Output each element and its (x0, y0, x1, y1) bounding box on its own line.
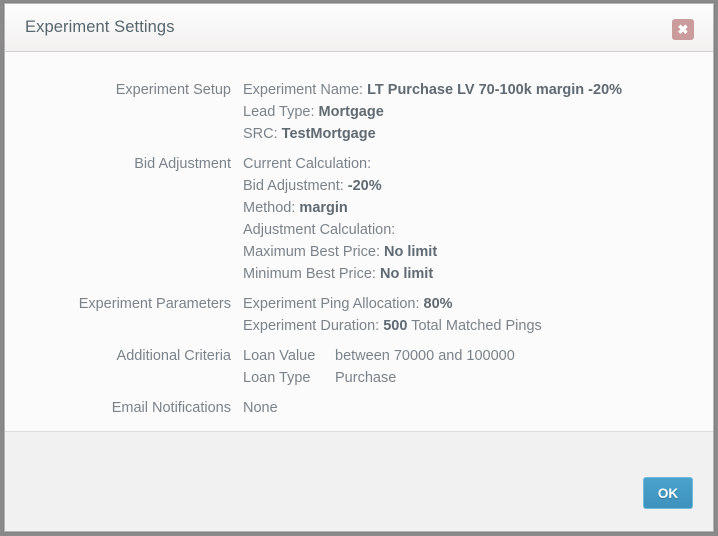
dialog-body: Experiment Setup Experiment Name: LT Purc… (5, 52, 713, 431)
dialog-header: Experiment Settings ✖ (5, 4, 713, 52)
criteria-value: Purchase (335, 370, 397, 386)
settings-row: Bid Adjustment Current Calculation: Bid Ad… (5, 153, 713, 285)
value-line-suffix: Total Matched Pings (407, 318, 542, 334)
settings-row-label: Experiment Setup (115, 82, 231, 98)
value-line-prefix: None (243, 400, 278, 416)
criteria-value: between 70000 and 100000 (335, 348, 515, 364)
criteria-key: Loan Type (243, 370, 311, 386)
settings-row: Additional Criteria Loan Value between 700… (5, 345, 713, 389)
value-line-value: margin (299, 200, 348, 216)
value-line-prefix: SRC: (243, 126, 282, 142)
value-line-prefix: Adjustment Calculation: (243, 222, 396, 238)
settings-row-values: None (243, 397, 713, 419)
value-line-value: 500 (383, 318, 408, 334)
value-line-prefix: Bid Adjustment: (243, 178, 348, 194)
settings-value-line: Lead Type: Mortgage (243, 101, 713, 123)
value-line-value: 80% (423, 296, 453, 312)
value-line-prefix: Maximum Best Price: (243, 244, 384, 260)
value-line-value: -20% (347, 178, 382, 194)
value-line-value: TestMortgage (281, 126, 376, 142)
close-icon[interactable]: ✖ (672, 19, 694, 40)
settings-section-list: Experiment Setup Experiment Name: LT Purc… (5, 79, 713, 419)
settings-row-values: Loan Value between 70000 and 100000 Loan T… (243, 345, 713, 389)
value-line-prefix: Minimum Best Price: (243, 266, 380, 282)
settings-row: Email Notifications None (5, 397, 713, 419)
settings-value-line: Minimum Best Price: No limit (243, 263, 713, 285)
settings-value-line: Experiment Duration: 500 Total Matched P… (243, 315, 713, 337)
value-line-value: No limit (384, 244, 438, 260)
settings-value-line: None (243, 397, 713, 419)
settings-row-values: Current Calculation: Bid Adjustment: -20%… (243, 153, 713, 285)
criteria-key: Loan Value (243, 348, 316, 364)
page-title: Experiment Settings (25, 18, 175, 36)
criteria-line: Loan Type Purchase (243, 367, 713, 389)
experiment-settings-dialog: Experiment Settings ✖ Experiment Setup Ex… (4, 3, 714, 532)
settings-row-values: Experiment Ping Allocation: 80% Experimen… (243, 293, 713, 337)
value-line-prefix: Experiment Duration: (243, 318, 384, 334)
settings-value-line: Adjustment Calculation: (243, 219, 713, 241)
settings-value-line: Experiment Name: LT Purchase LV 70-100k … (243, 79, 713, 101)
settings-value-line: Method: margin (243, 197, 713, 219)
settings-row: Experiment Setup Experiment Name: LT Purc… (5, 79, 713, 145)
value-line-prefix: Experiment Name: (243, 82, 368, 98)
settings-row: Experiment Parameters Experiment Ping All… (5, 293, 713, 337)
settings-value-line: Experiment Ping Allocation: 80% (243, 293, 713, 315)
dialog-footer: OK (5, 431, 713, 531)
value-line-prefix: Method: (243, 200, 300, 216)
settings-row-label: Experiment Parameters (78, 296, 231, 312)
settings-row-label: Email Notifications (111, 400, 231, 416)
settings-row-label: Bid Adjustment (134, 156, 231, 172)
value-line-value: No limit (379, 266, 434, 282)
value-line-value: Mortgage (318, 104, 384, 120)
criteria-line: Loan Value between 70000 and 100000 (243, 345, 713, 367)
settings-row-label: Additional Criteria (116, 348, 231, 364)
ok-button[interactable]: OK (643, 477, 693, 509)
value-line-prefix: Experiment Ping Allocation: (243, 296, 424, 312)
settings-value-line: SRC: TestMortgage (243, 123, 713, 145)
value-line-value: LT Purchase LV 70-100k margin -20% (367, 82, 623, 98)
settings-value-line: Current Calculation: (243, 153, 713, 175)
value-line-prefix: Lead Type: (243, 104, 319, 120)
settings-value-line: Maximum Best Price: No limit (243, 241, 713, 263)
value-line-prefix: Current Calculation: (243, 156, 372, 172)
settings-value-line: Bid Adjustment: -20% (243, 175, 713, 197)
settings-row-values: Experiment Name: LT Purchase LV 70-100k … (243, 79, 713, 145)
